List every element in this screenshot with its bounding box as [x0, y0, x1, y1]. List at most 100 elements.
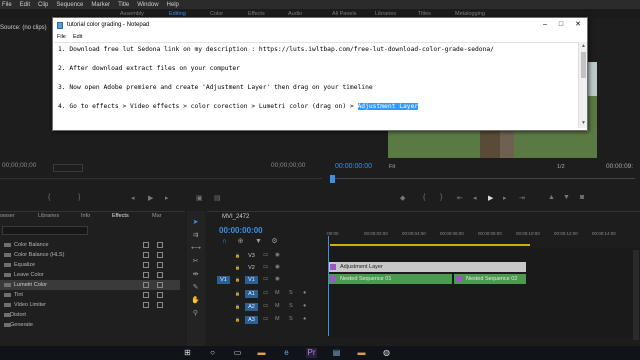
track-header-a1[interactable]: 🔒 A1 ▭ M S ●	[215, 288, 325, 299]
track-header-v1[interactable]: V1 🔒 V1 ▭ ◉	[215, 274, 325, 285]
effects-folder[interactable]: Distort	[0, 310, 180, 320]
program-mark-out-icon[interactable]: }	[440, 194, 442, 201]
selected-text[interactable]: Adjustment Layer	[357, 103, 419, 110]
effects-item[interactable]: Equalize	[0, 260, 180, 270]
timeline-playhead[interactable]	[328, 236, 329, 336]
track-header-v2[interactable]: 🔒 V2 ▭ ◉	[215, 262, 325, 273]
track-header-a3[interactable]: 🔒 A3 ▭ M S ●	[215, 314, 325, 325]
program-export-frame-icon[interactable]: ◙	[580, 194, 584, 201]
work-area-bar[interactable]	[330, 244, 530, 246]
source-tab[interactable]: Source: (no clips)	[0, 25, 47, 31]
track-target[interactable]: A1	[245, 290, 258, 298]
timeline-vertical-scrollbar[interactable]	[633, 250, 639, 340]
source-time-ruler[interactable]	[0, 178, 322, 179]
timeline-sequence-tab[interactable]: MVI_2472	[222, 214, 249, 220]
voice-over-record-icon[interactable]: ●	[303, 316, 309, 323]
effects-item[interactable]: Color Balance (HLS)	[0, 250, 180, 260]
edge-icon[interactable]: e	[281, 348, 292, 358]
voice-over-record-icon[interactable]: ●	[303, 290, 309, 297]
effects-item[interactable]: Leave Color	[0, 270, 180, 280]
solo-icon[interactable]: S	[289, 316, 295, 323]
adjustment-layer-clip[interactable]: Adjustment Layer	[328, 262, 526, 272]
razor-tool-icon[interactable]: ✂	[191, 258, 200, 265]
lock-icon[interactable]: 🔒	[235, 276, 241, 283]
folder-icon[interactable]: ▬	[356, 348, 367, 358]
maximize-icon[interactable]: □	[553, 20, 569, 30]
notepad-text-area[interactable]: 1. Download free lut Sedona link on my d…	[54, 42, 578, 128]
track-header-a2[interactable]: 🔒 A2 ▭ M S ●	[215, 301, 325, 312]
tab-info[interactable]: Info	[81, 213, 90, 219]
toggle-output-icon[interactable]: ◉	[275, 264, 281, 271]
workspace-tab-libraries[interactable]: Libraries	[375, 11, 396, 17]
program-extract-icon[interactable]: ▼	[563, 194, 570, 201]
notepad-titlebar[interactable]: tutorial color grading - Notepad – □ ✕	[53, 18, 587, 33]
scroll-up-icon[interactable]: ▲	[580, 43, 587, 49]
workspace-tab-color[interactable]: Color	[210, 11, 223, 17]
zoom-tool-icon[interactable]: ⚲	[191, 310, 200, 317]
source-mark-out-icon[interactable]: }	[78, 194, 80, 201]
notepad-menu-edit[interactable]: Edit	[73, 34, 82, 40]
tab-effects[interactable]: Effects	[112, 213, 129, 219]
pen-tool-icon[interactable]: ✎	[191, 284, 200, 291]
track-target[interactable]: A3	[245, 316, 258, 324]
selection-tool-icon[interactable]: ➤	[191, 219, 200, 226]
source-timecode-current[interactable]: 00;00;00;00	[2, 162, 36, 169]
sync-lock-icon[interactable]: ▭	[263, 276, 269, 283]
program-step-back-icon[interactable]: ◂	[473, 194, 477, 202]
search-icon[interactable]: ○	[207, 348, 218, 358]
effects-item[interactable]: Color Balance	[0, 240, 180, 250]
solo-icon[interactable]: S	[289, 290, 295, 297]
program-go-out-icon[interactable]: ⇥	[519, 194, 525, 202]
effects-item[interactable]: Tint	[0, 290, 180, 300]
workspace-tab-assembly[interactable]: Assembly	[120, 11, 144, 17]
program-play-icon[interactable]: ▶	[488, 194, 493, 202]
menu-window[interactable]: Window	[137, 2, 158, 8]
voice-over-record-icon[interactable]: ●	[303, 303, 309, 310]
file-explorer-icon[interactable]: ▬	[256, 348, 267, 358]
toggle-output-icon[interactable]: ◉	[275, 252, 281, 259]
lock-icon[interactable]: 🔒	[235, 303, 241, 310]
source-mark-in-icon[interactable]: {	[48, 194, 50, 201]
source-zoom-dropdown[interactable]	[53, 164, 83, 172]
mute-icon[interactable]: M	[275, 316, 281, 323]
scroll-down-icon[interactable]: ▼	[580, 120, 587, 126]
source-overwrite-icon[interactable]: ▤	[214, 194, 221, 202]
tab-media-browser[interactable]: owser	[0, 213, 15, 219]
program-timecode[interactable]: 00:00:00:00	[335, 163, 372, 170]
workspace-tab-audio[interactable]: Audio	[288, 11, 302, 17]
track-target[interactable]: V1	[245, 276, 258, 284]
menu-marker[interactable]: Marker	[91, 2, 110, 8]
premiere-pro-icon[interactable]: Pr	[306, 348, 317, 358]
lock-icon[interactable]: 🔒	[235, 252, 241, 259]
task-view-icon[interactable]: ▭	[232, 348, 243, 358]
source-play-icon[interactable]: ▶	[148, 194, 153, 202]
effects-search-input[interactable]	[2, 226, 88, 235]
tab-markers[interactable]: Mar	[152, 213, 161, 219]
sync-lock-icon[interactable]: ▭	[263, 316, 269, 323]
menu-sequence[interactable]: Sequence	[56, 2, 83, 8]
sync-lock-icon[interactable]: ▭	[263, 252, 269, 259]
notepad-vertical-scrollbar[interactable]: ▲ ▼	[578, 42, 587, 128]
ripple-edit-tool-icon[interactable]: ⟷	[191, 245, 201, 252]
slip-tool-icon[interactable]: ⇹	[191, 271, 200, 278]
program-zoom-dropdown[interactable]: Fit	[389, 164, 395, 170]
lock-icon[interactable]: 🔒	[235, 290, 241, 297]
nested-sequence-01-clip[interactable]: Nested Sequence 01	[328, 274, 452, 284]
program-resolution-dropdown[interactable]: 1/2	[557, 164, 565, 170]
add-marker-icon[interactable]: ▼	[254, 238, 263, 245]
sync-lock-icon[interactable]: ▭	[263, 290, 269, 297]
menu-title[interactable]: Title	[118, 2, 129, 8]
menu-help[interactable]: Help	[167, 2, 179, 8]
source-insert-icon[interactable]: ▣	[196, 194, 203, 202]
effects-folder[interactable]: Generate	[0, 320, 180, 330]
sync-lock-icon[interactable]: ▭	[263, 303, 269, 310]
program-go-in-icon[interactable]: ⇤	[457, 194, 463, 202]
sync-lock-icon[interactable]: ▭	[263, 264, 269, 271]
notepad-menu-file[interactable]: File	[57, 34, 66, 40]
effects-item[interactable]: Video Limiter	[0, 300, 180, 310]
start-icon[interactable]: ⊞	[182, 348, 193, 358]
program-playhead[interactable]	[330, 175, 335, 183]
mute-icon[interactable]: M	[275, 303, 281, 310]
track-select-tool-icon[interactable]: ⇉	[191, 232, 200, 239]
program-time-ruler[interactable]	[330, 178, 635, 179]
